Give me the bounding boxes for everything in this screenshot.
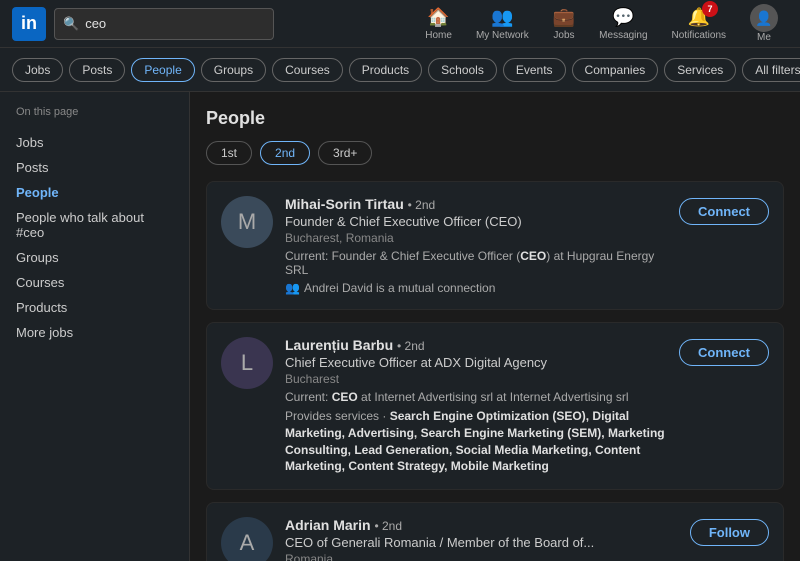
connect-button-1[interactable]: Connect [679, 198, 769, 225]
people-content: People 1st 2nd 3rd+ M Mihai-Sorin Tirtau… [190, 92, 800, 561]
avatar-1: M [221, 196, 273, 248]
person-location-3: Romania [285, 552, 678, 561]
person-location-1: Bucharest, Romania [285, 231, 667, 245]
nav-icons: 🏠 Home 👥 My Network 💼 Jobs 💬 Messaging 🔔… [415, 0, 788, 48]
person-info-2: Laurențiu Barbu • 2nd Chief Executive Of… [285, 337, 667, 475]
sidebar-jobs[interactable]: Jobs [16, 130, 173, 155]
search-input[interactable] [85, 16, 265, 31]
notification-count: 7 [702, 1, 718, 17]
filter-posts[interactable]: Posts [69, 58, 125, 82]
filter-products[interactable]: Products [349, 58, 422, 82]
follow-button-3[interactable]: Follow [690, 519, 769, 546]
person-info-3: Adrian Marin • 2nd CEO of Generali Roman… [285, 517, 678, 561]
sidebar-products[interactable]: Products [16, 295, 173, 320]
filter-jobs[interactable]: Jobs [12, 58, 63, 82]
degree-3rd[interactable]: 3rd+ [318, 141, 372, 165]
avatar: 👤 [750, 4, 778, 32]
degree-1st[interactable]: 1st [206, 141, 252, 165]
nav-network-label: My Network [476, 30, 529, 41]
nav-messaging[interactable]: 💬 Messaging [589, 0, 657, 48]
top-nav: in 🔍 🏠 Home 👥 My Network 💼 Jobs 💬 Messag… [0, 0, 800, 48]
home-icon: 🏠 [427, 7, 449, 28]
avatar-2: L [221, 337, 273, 389]
avatar-3: A [221, 517, 273, 561]
network-icon: 👥 [491, 7, 513, 28]
person-info-1: Mihai-Sorin Tirtau • 2nd Founder & Chief… [285, 196, 667, 295]
degree-badge-3: • 2nd [374, 519, 402, 533]
filter-groups[interactable]: Groups [201, 58, 266, 82]
nav-jobs[interactable]: 💼 Jobs [543, 0, 585, 48]
nav-me-label: Me [757, 32, 771, 43]
sidebar-courses[interactable]: Courses [16, 270, 173, 295]
linkedin-logo[interactable]: in [12, 7, 46, 41]
degree-2nd[interactable]: 2nd [260, 141, 310, 165]
person-card-1: M Mihai-Sorin Tirtau • 2nd Founder & Chi… [206, 181, 784, 310]
filter-all[interactable]: All filters [742, 58, 800, 82]
person-current-1: Current: Founder & Chief Executive Offic… [285, 249, 667, 277]
degree-filters: 1st 2nd 3rd+ [206, 141, 784, 165]
degree-badge-2: • 2nd [397, 339, 425, 353]
nav-messaging-label: Messaging [599, 30, 647, 41]
search-icon: 🔍 [63, 16, 79, 32]
nav-me[interactable]: 👤 Me [740, 0, 788, 48]
nav-notifications-label: Notifications [672, 30, 726, 41]
filter-people[interactable]: People [131, 58, 194, 82]
person-name-2[interactable]: Laurențiu Barbu • 2nd [285, 337, 667, 353]
degree-badge-1: • 2nd [408, 198, 436, 212]
person-services-2: Provides services · Search Engine Optimi… [285, 408, 667, 475]
person-mutual-1: 👥 Andrei David is a mutual connection [285, 281, 667, 295]
person-card-3: A Adrian Marin • 2nd CEO of Generali Rom… [206, 502, 784, 561]
filter-courses[interactable]: Courses [272, 58, 343, 82]
search-box: 🔍 [54, 8, 274, 40]
sidebar-people[interactable]: People [16, 180, 173, 205]
person-title-2: Chief Executive Officer at ADX Digital A… [285, 355, 667, 370]
sidebar-more-jobs[interactable]: More jobs [16, 320, 173, 345]
messaging-icon: 💬 [612, 7, 634, 28]
jobs-icon: 💼 [553, 7, 575, 28]
person-title-1: Founder & Chief Executive Officer (CEO) [285, 214, 667, 229]
sidebar-groups[interactable]: Groups [16, 245, 173, 270]
person-title-3: CEO of Generali Romania / Member of the … [285, 535, 678, 550]
mutual-icon-1: 👥 [285, 281, 300, 295]
nav-home[interactable]: 🏠 Home [415, 0, 462, 48]
connect-button-2[interactable]: Connect [679, 339, 769, 366]
person-name-3[interactable]: Adrian Marin • 2nd [285, 517, 678, 533]
notification-badge-wrapper: 🔔 7 [688, 7, 710, 30]
filter-schools[interactable]: Schools [428, 58, 497, 82]
sidebar-posts[interactable]: Posts [16, 155, 173, 180]
sidebar-title: On this page [16, 106, 173, 118]
sidebar: On this page Jobs Posts People People wh… [0, 92, 190, 561]
person-card-2: L Laurențiu Barbu • 2nd Chief Executive … [206, 322, 784, 490]
nav-home-label: Home [425, 30, 452, 41]
section-title: People [206, 108, 784, 129]
sidebar-people-hashtag[interactable]: People who talk about #ceo [16, 205, 173, 245]
filter-services[interactable]: Services [664, 58, 736, 82]
person-current-2: Current: CEO at Internet Advertising srl… [285, 390, 667, 404]
main-layout: On this page Jobs Posts People People wh… [0, 92, 800, 561]
filter-bar: Jobs Posts People Groups Courses Product… [0, 48, 800, 92]
person-location-2: Bucharest [285, 372, 667, 386]
nav-jobs-label: Jobs [553, 30, 574, 41]
person-name-1[interactable]: Mihai-Sorin Tirtau • 2nd [285, 196, 667, 212]
nav-notifications[interactable]: 🔔 7 Notifications [662, 0, 736, 48]
filter-events[interactable]: Events [503, 58, 566, 82]
nav-network[interactable]: 👥 My Network [466, 0, 539, 48]
filter-companies[interactable]: Companies [572, 58, 659, 82]
